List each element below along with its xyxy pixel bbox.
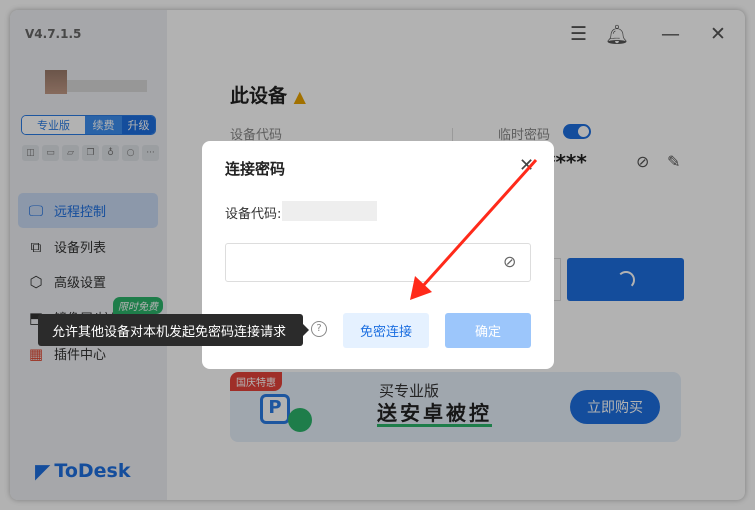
arrow-shaft — [420, 158, 538, 289]
red-arrow-annotation — [410, 158, 538, 300]
